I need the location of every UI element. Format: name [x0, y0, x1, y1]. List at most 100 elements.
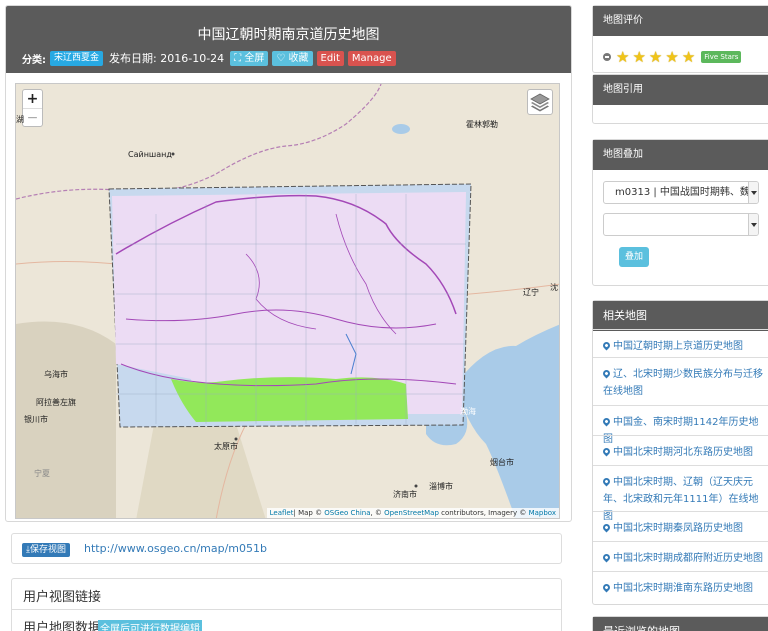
related-map-item[interactable]: 中国北宋时期成都府附近历史地图	[593, 541, 768, 571]
divider	[12, 609, 561, 610]
save-view-label: 保存视图	[29, 545, 66, 555]
star-icon[interactable]: ★	[632, 49, 645, 65]
publish-date: 发布日期: 2016-10-24	[109, 50, 224, 66]
map-marker-icon	[601, 552, 612, 563]
map-label-ningxia: 宁夏	[34, 469, 50, 478]
related-heading: 相关地图	[593, 301, 768, 331]
attribution-text-2: , ©	[370, 509, 385, 517]
map-label-jinan: 济南市	[393, 490, 417, 499]
overlay-select-1-value: m0313 | 中国战国时期韩、魏	[615, 187, 750, 198]
map-label-shen: 沈	[550, 283, 558, 292]
fullscreen-label: 全屏	[244, 52, 265, 64]
star-icon[interactable]: ★	[682, 49, 695, 65]
related-map-link[interactable]: 中国北宋时期河北东路历史地图	[613, 447, 753, 458]
map-label-hu: 湖	[16, 115, 24, 124]
lake-north	[392, 124, 410, 134]
osm-link[interactable]: OpenStreetMap	[384, 509, 439, 517]
osgeo-link[interactable]: OSGeo China	[324, 509, 370, 517]
related-map-link[interactable]: 中国北宋时期淮南东路历史地图	[613, 583, 753, 594]
favorite-label: 收藏	[288, 52, 309, 64]
chevron-down-icon	[748, 182, 758, 203]
date-label: 发布日期:	[109, 52, 157, 65]
map-label-bohai: 渤海	[460, 407, 476, 416]
heart-icon: ♡	[276, 52, 286, 64]
rating-badge: Five Stars	[701, 51, 742, 63]
date-value: 2016-10-24	[160, 52, 225, 65]
star-icon[interactable]: ★	[649, 49, 662, 65]
edit-button[interactable]: Edit	[316, 50, 344, 66]
map-label-zibo: 淄博市	[429, 482, 453, 491]
star-icon[interactable]: ★	[665, 49, 678, 65]
citation-heading: 地图引用	[593, 75, 768, 105]
recent-heading: 最近浏览的地图	[593, 617, 768, 631]
map-label-sainshand: Сайншанд	[128, 150, 172, 159]
layers-icon	[530, 93, 550, 112]
map-detail-panel: 中国辽朝时期南京道历史地图 分类: 宋辽西夏金 发布日期: 2016-10-24…	[5, 5, 572, 522]
zoom-control: + −	[22, 89, 43, 127]
map-header: 中国辽朝时期南京道历史地图 分类: 宋辽西夏金 发布日期: 2016-10-24…	[6, 6, 571, 73]
fullscreen-button[interactable]: ⛶ 全屏	[230, 50, 269, 66]
overlay-select-1[interactable]: m0313 | 中国战国时期韩、魏	[603, 181, 759, 204]
map-label-yantai: 烟台市	[490, 458, 514, 467]
fullscreen-icon: ⛶	[234, 52, 242, 64]
url-panel: ⤓保存视图 http://www.osgeo.cn/map/m051b	[11, 533, 562, 564]
map-label-liaoning: 辽宁	[523, 288, 539, 297]
overlay-heading: 地图叠加	[593, 140, 768, 170]
related-map-link[interactable]: 中国辽朝时期上京道历史地图	[613, 341, 743, 352]
map-attribution: Leaflet| Map © OSGeo China, © OpenStreet…	[266, 508, 559, 518]
manage-button[interactable]: Manage	[347, 50, 396, 66]
category-badge[interactable]: 宋辽西夏金	[50, 50, 104, 66]
map-url-link[interactable]: http://www.osgeo.cn/map/m051b	[84, 542, 267, 555]
save-view-button[interactable]: ⤓保存视图	[22, 543, 70, 557]
favorite-button[interactable]: ♡ 收藏	[272, 50, 313, 66]
related-map-item[interactable]: 中国北宋时期河北东路历史地图	[593, 435, 768, 465]
related-map-item[interactable]: 辽、北宋时期少数民族分布与迁移在线地图	[593, 357, 768, 405]
leaflet-link[interactable]: Leaflet	[270, 509, 294, 517]
map-marker-icon	[601, 522, 612, 533]
map-canvas[interactable]: + − Сайншанд 霍林郭勒 辽宁 沈 乌海市 阿拉善左旗 银川市 太原市…	[15, 83, 560, 519]
attribution-text-1: | Map ©	[293, 509, 325, 517]
overlay-select-2[interactable]	[603, 213, 759, 236]
city-dot	[414, 484, 418, 488]
attribution-text-3: contributors, Imagery ©	[438, 509, 529, 517]
category-label: 分类:	[22, 54, 46, 66]
related-map-link[interactable]: 中国北宋时期成都府附近历史地图	[613, 553, 763, 564]
map-marker-icon	[601, 582, 612, 593]
user-view-links-heading: 用户视图链接	[23, 590, 102, 605]
related-map-item[interactable]: 中国北宋时期秦凤路历史地图	[593, 511, 768, 541]
rating-row: ★ ★ ★ ★ ★ Five Stars	[603, 49, 742, 65]
related-map-item[interactable]: 中国金、南宋时期1142年历史地图	[593, 405, 768, 445]
map-marker-icon	[601, 446, 612, 457]
map-label-wuhai: 乌海市	[44, 370, 68, 379]
map-marker-icon	[601, 340, 612, 351]
related-map-link[interactable]: 辽、北宋时期少数民族分布与迁移在线地图	[603, 369, 763, 397]
layers-button[interactable]	[527, 89, 553, 115]
rating-panel: 地图评价 ★ ★ ★ ★ ★ Five Stars	[592, 5, 768, 73]
user-map-data-heading: 用户地图数据	[23, 621, 102, 631]
overlay-button[interactable]: 叠加	[619, 247, 649, 267]
zoom-out-button[interactable]: −	[23, 108, 42, 126]
map-tiles	[16, 84, 559, 518]
overlay-panel: 地图叠加 m0313 | 中国战国时期韩、魏 叠加	[592, 139, 768, 286]
map-marker-icon	[601, 368, 612, 379]
related-maps-panel: 相关地图 中国辽朝时期上京道历史地图 辽、北宋时期少数民族分布与迁移在线地图 中…	[592, 300, 768, 605]
map-marker-icon	[601, 416, 612, 427]
zoom-in-button[interactable]: +	[23, 90, 42, 108]
overlay-green-region	[171, 377, 408, 422]
map-marker-icon	[601, 476, 612, 487]
related-map-item[interactable]: 中国辽朝时期上京道历史地图	[593, 329, 768, 357]
rating-heading: 地图评价	[593, 6, 768, 36]
cancel-rating-icon[interactable]	[603, 53, 611, 61]
chevron-down-icon	[748, 214, 758, 235]
citation-panel: 地图引用	[592, 74, 768, 124]
related-map-link[interactable]: 中国北宋时期秦凤路历史地图	[613, 523, 743, 534]
mapbox-link[interactable]: Mapbox	[529, 509, 556, 517]
map-label-hulunbuir: 霍林郭勒	[466, 120, 498, 129]
recent-maps-panel: 最近浏览的地图	[592, 616, 768, 631]
data-edit-hint: 全屏后可进行数据编辑	[98, 620, 202, 631]
user-links-panel: 用户视图链接 用户地图数据 全屏后可进行数据编辑	[11, 578, 562, 631]
map-label-taiyuan: 太原市	[214, 442, 238, 451]
related-map-item[interactable]: 中国北宋时期、辽朝（辽天庆元年、北宋政和元年1111年）在线地图	[593, 465, 768, 522]
related-map-item[interactable]: 中国北宋时期淮南东路历史地图	[593, 571, 768, 604]
star-icon[interactable]: ★	[616, 49, 629, 65]
